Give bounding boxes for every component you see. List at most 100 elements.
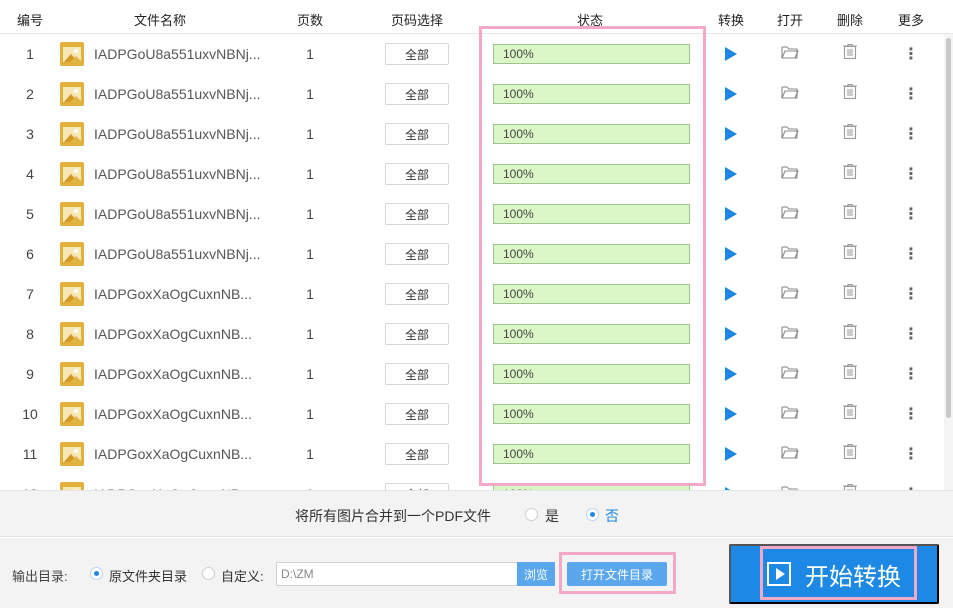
- page-select-button[interactable]: 全部: [385, 443, 449, 465]
- open-button[interactable]: [780, 274, 800, 314]
- browse-button[interactable]: 浏览: [517, 562, 555, 586]
- more-vertical-icon: ⋮: [903, 44, 919, 64]
- page-select-button[interactable]: 全部: [385, 43, 449, 65]
- output-custom-radio[interactable]: [202, 567, 215, 580]
- convert-button[interactable]: [722, 394, 740, 434]
- delete-button[interactable]: [840, 74, 860, 114]
- page-select-button[interactable]: 全部: [385, 123, 449, 145]
- more-button[interactable]: ⋮: [903, 474, 919, 490]
- convert-button[interactable]: [722, 434, 740, 474]
- more-button[interactable]: ⋮: [903, 194, 919, 234]
- more-button[interactable]: ⋮: [903, 354, 919, 394]
- open-button[interactable]: [780, 394, 800, 434]
- more-button[interactable]: ⋮: [903, 234, 919, 274]
- header-convert: 转换: [713, 10, 749, 29]
- trash-icon: [842, 483, 858, 490]
- table-row[interactable]: 10IADPGoxXaOgCuxnNB...1全部100%⋮: [0, 394, 943, 434]
- header-num: 编号: [14, 10, 46, 29]
- list-scrollbar[interactable]: [944, 34, 953, 490]
- more-button[interactable]: ⋮: [903, 434, 919, 474]
- output-path-input[interactable]: [276, 562, 518, 586]
- open-button[interactable]: [780, 114, 800, 154]
- row-number: 5: [0, 194, 60, 234]
- delete-button[interactable]: [840, 314, 860, 354]
- page-select-button[interactable]: 全部: [385, 483, 449, 490]
- more-button[interactable]: ⋮: [903, 114, 919, 154]
- page-select-button[interactable]: 全部: [385, 323, 449, 345]
- convert-button[interactable]: [722, 114, 740, 154]
- merge-yes-label[interactable]: 是: [545, 506, 559, 526]
- delete-button[interactable]: [840, 34, 860, 74]
- output-custom-label[interactable]: 自定义:: [221, 566, 264, 585]
- convert-button[interactable]: [722, 354, 740, 394]
- more-button[interactable]: ⋮: [903, 34, 919, 74]
- convert-button[interactable]: [722, 194, 740, 234]
- more-button[interactable]: ⋮: [903, 394, 919, 434]
- image-file-icon: [60, 442, 84, 466]
- table-row[interactable]: 3IADPGoU8a551uxvNBNj...1全部100%⋮: [0, 114, 943, 154]
- delete-button[interactable]: [840, 434, 860, 474]
- page-select-button[interactable]: 全部: [385, 403, 449, 425]
- image-file-icon: [60, 242, 84, 266]
- table-row[interactable]: 8IADPGoxXaOgCuxnNB...1全部100%⋮: [0, 314, 943, 354]
- row-number: 9: [0, 354, 60, 394]
- table-row[interactable]: 9IADPGoxXaOgCuxnNB...1全部100%⋮: [0, 354, 943, 394]
- convert-button[interactable]: [722, 34, 740, 74]
- output-source-label[interactable]: 原文件夹目录: [109, 566, 187, 585]
- page-count: 1: [290, 394, 330, 434]
- convert-button[interactable]: [722, 234, 740, 274]
- page-select-button[interactable]: 全部: [385, 283, 449, 305]
- start-convert-button[interactable]: 开始转换: [729, 544, 939, 604]
- delete-button[interactable]: [840, 194, 860, 234]
- delete-button[interactable]: [840, 154, 860, 194]
- page-select-button[interactable]: 全部: [385, 203, 449, 225]
- delete-button[interactable]: [840, 394, 860, 434]
- open-button[interactable]: [780, 234, 800, 274]
- more-button[interactable]: ⋮: [903, 274, 919, 314]
- page-select-button[interactable]: 全部: [385, 83, 449, 105]
- table-row[interactable]: 2IADPGoU8a551uxvNBNj...1全部100%⋮: [0, 74, 943, 114]
- open-button[interactable]: [780, 194, 800, 234]
- delete-button[interactable]: [840, 234, 860, 274]
- table-row[interactable]: 1IADPGoU8a551uxvNBNj...1全部100%⋮: [0, 34, 943, 74]
- convert-button[interactable]: [722, 274, 740, 314]
- page-select-button[interactable]: 全部: [385, 363, 449, 385]
- status-progress: 100%: [493, 204, 690, 224]
- convert-button[interactable]: [722, 74, 740, 114]
- table-row[interactable]: 11IADPGoxXaOgCuxnNB...1全部100%⋮: [0, 434, 943, 474]
- page-select-button[interactable]: 全部: [385, 243, 449, 265]
- table-row[interactable]: 5IADPGoU8a551uxvNBNj...1全部100%⋮: [0, 194, 943, 234]
- status-progress: 100%: [493, 444, 690, 464]
- delete-button[interactable]: [840, 354, 860, 394]
- table-row[interactable]: 4IADPGoU8a551uxvNBNj...1全部100%⋮: [0, 154, 943, 194]
- convert-button[interactable]: [722, 154, 740, 194]
- open-button[interactable]: [780, 354, 800, 394]
- open-button[interactable]: [780, 434, 800, 474]
- convert-button[interactable]: [722, 474, 740, 490]
- table-row[interactable]: 7IADPGoxXaOgCuxnNB...1全部100%⋮: [0, 274, 943, 314]
- open-button[interactable]: [780, 74, 800, 114]
- open-directory-button[interactable]: 打开文件目录: [567, 562, 667, 586]
- merge-no-radio[interactable]: [586, 508, 599, 521]
- delete-button[interactable]: [840, 274, 860, 314]
- delete-button[interactable]: [840, 474, 860, 490]
- trash-icon: [842, 123, 858, 145]
- more-button[interactable]: ⋮: [903, 74, 919, 114]
- merge-yes-radio[interactable]: [525, 508, 538, 521]
- output-source-radio[interactable]: [90, 567, 103, 580]
- delete-button[interactable]: [840, 114, 860, 154]
- page-select-button[interactable]: 全部: [385, 163, 449, 185]
- merge-no-label[interactable]: 否: [605, 506, 619, 526]
- more-button[interactable]: ⋮: [903, 314, 919, 354]
- scrollbar-thumb[interactable]: [946, 38, 951, 418]
- status-progress: 100%: [493, 404, 690, 424]
- more-button[interactable]: ⋮: [903, 154, 919, 194]
- open-button[interactable]: [780, 474, 800, 490]
- open-button[interactable]: [780, 154, 800, 194]
- open-button[interactable]: [780, 34, 800, 74]
- table-row[interactable]: 12IADPGoxXaOgCuxnNB...1全部100%⋮: [0, 474, 943, 490]
- folder-open-icon: [781, 45, 799, 64]
- convert-button[interactable]: [722, 314, 740, 354]
- open-button[interactable]: [780, 314, 800, 354]
- table-row[interactable]: 6IADPGoU8a551uxvNBNj...1全部100%⋮: [0, 234, 943, 274]
